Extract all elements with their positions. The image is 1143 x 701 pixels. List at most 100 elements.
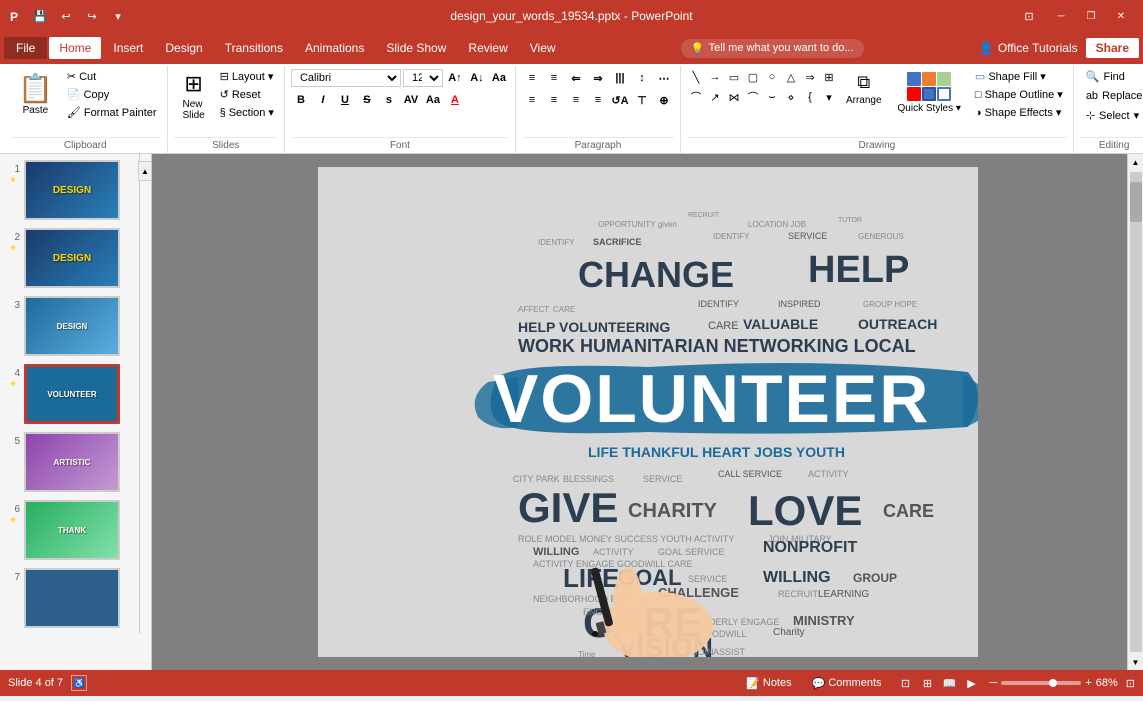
increase-indent-button[interactable]: ⇒ [588, 68, 608, 88]
menu-design[interactable]: Design [155, 37, 212, 59]
shape-fill-button[interactable]: ▭ Shape Fill ▾ [971, 68, 1067, 85]
menu-transitions[interactable]: Transitions [215, 37, 293, 59]
ribbon-display-button[interactable]: ⊡ [1019, 6, 1039, 26]
shape-line[interactable]: ╲ [687, 68, 705, 86]
numbering-button[interactable]: ≡ [544, 68, 564, 88]
shape-expand[interactable]: ▾ [820, 88, 838, 106]
tell-me-box[interactable]: 💡 Tell me what you want to do... [681, 39, 864, 58]
slideshow-button[interactable]: ▶ [962, 673, 982, 693]
smartart-button[interactable]: ⊕ [654, 90, 674, 110]
vertical-scrollbar[interactable]: ▲ ▼ [1127, 154, 1143, 670]
shape-more[interactable]: ⊞ [820, 68, 838, 86]
columns-button[interactable]: ||| [610, 68, 630, 88]
align-left-button[interactable]: ≡ [522, 90, 542, 110]
reading-view-button[interactable]: 📖 [940, 673, 960, 693]
bullets-button[interactable]: ≡ [522, 68, 542, 88]
shadow-button[interactable]: s [379, 90, 399, 110]
shape-effects-button[interactable]: ◑ Shape Effects ▾ [971, 104, 1067, 121]
new-slide-button[interactable]: ⊞ NewSlide [174, 68, 214, 124]
menu-insert[interactable]: Insert [103, 37, 153, 59]
arrange-button[interactable]: ⧉ Arrange [840, 68, 888, 110]
menu-slideshow[interactable]: Slide Show [376, 37, 456, 59]
shape-outline-button[interactable]: □ Shape Outline ▾ [971, 86, 1067, 103]
decrease-indent-button[interactable]: ⇐ [566, 68, 586, 88]
slide-thumb-3[interactable]: 3 ★ DESIGN [4, 294, 135, 358]
zoom-in-button[interactable]: + [1085, 677, 1091, 689]
slide-thumb-1[interactable]: 1 ★ DESIGN [4, 158, 135, 222]
shape-5[interactable]: ⌒ [744, 88, 762, 106]
shape-rounded-rect[interactable]: ▢ [744, 68, 762, 86]
shape-8[interactable]: { [801, 88, 819, 106]
scroll-up-button[interactable]: ▲ [138, 161, 152, 181]
slide-thumb-4[interactable]: 4 ★ VOLUNTEER [4, 362, 135, 426]
line-spacing-button[interactable]: ↕ [632, 68, 652, 88]
comments-button[interactable]: 💬 Comments [806, 675, 888, 692]
menu-review[interactable]: Review [458, 37, 517, 59]
spacing-button[interactable]: AV [401, 90, 421, 110]
decrease-font-button[interactable]: A↓ [467, 68, 487, 88]
minimize-button[interactable]: ─ [1047, 6, 1075, 26]
scroll-thumb[interactable] [1130, 182, 1142, 222]
zoom-out-button[interactable]: ─ [990, 677, 998, 689]
align-text-button[interactable]: ⊤ [632, 90, 652, 110]
convert-button[interactable]: ⋯ [654, 68, 674, 88]
layout-button[interactable]: ⊟ Layout ▾ [216, 68, 278, 85]
bold-button[interactable]: B [291, 90, 311, 110]
strikethrough-button[interactable]: S [357, 90, 377, 110]
select-button[interactable]: ⊹ Select ▾ [1080, 107, 1143, 124]
zoom-slider[interactable] [1001, 681, 1081, 685]
office-tutorials-link[interactable]: 👤 Office Tutorials [979, 41, 1078, 55]
slide-sorter-button[interactable]: ⊞ [918, 673, 938, 693]
scroll-up-arrow[interactable]: ▲ [1129, 154, 1143, 170]
customize-button[interactable]: ▾ [108, 6, 128, 26]
shape-7[interactable]: ⋄ [782, 88, 800, 106]
shape-6[interactable]: ⌣ [763, 88, 781, 106]
quick-styles-button[interactable]: Quick Styles ▾ [890, 68, 969, 118]
undo-button[interactable]: ↩ [56, 6, 76, 26]
shape-oval[interactable]: ○ [763, 68, 781, 86]
menu-file[interactable]: File [4, 37, 47, 59]
underline-button[interactable]: U [335, 90, 355, 110]
shape-arrow[interactable]: → [706, 68, 724, 86]
center-button[interactable]: ≡ [544, 90, 564, 110]
font-color-button[interactable]: A [445, 90, 465, 110]
reset-button[interactable]: ↺ Reset [216, 86, 278, 103]
scroll-down-arrow[interactable]: ▼ [1129, 654, 1143, 670]
restore-button[interactable]: ❐ [1077, 6, 1105, 26]
normal-view-button[interactable]: ⊡ [896, 673, 916, 693]
cut-button[interactable]: ✂ Cut [63, 68, 161, 85]
notes-button[interactable]: 📝 Notes [740, 675, 797, 692]
align-right-button[interactable]: ≡ [566, 90, 586, 110]
shape-right-arrow[interactable]: ⇒ [801, 68, 819, 86]
share-button[interactable]: Share [1086, 38, 1139, 58]
fit-slide-button[interactable]: ⊡ [1126, 677, 1135, 690]
shape-2[interactable]: ⌒ [687, 88, 705, 106]
slide-thumb-2[interactable]: 2 ★ DESIGN [4, 226, 135, 290]
shape-3[interactable]: ↗ [706, 88, 724, 106]
increase-font-button[interactable]: A↑ [445, 68, 465, 88]
redo-button[interactable]: ↪ [82, 6, 102, 26]
italic-button[interactable]: I [313, 90, 333, 110]
menu-home[interactable]: Home [49, 37, 101, 59]
shape-triangle[interactable]: △ [782, 68, 800, 86]
section-button[interactable]: § Section ▾ [216, 104, 278, 121]
shape-rect[interactable]: ▭ [725, 68, 743, 86]
accessibility-button[interactable]: ♿ [71, 675, 87, 691]
font-name-select[interactable]: Calibri [291, 69, 401, 87]
slide-thumb-7[interactable]: 7 ★ [4, 566, 135, 630]
font-size-select[interactable]: 12 [403, 69, 443, 87]
paste-button[interactable]: 📋 Paste [10, 68, 61, 120]
menu-view[interactable]: View [520, 37, 566, 59]
replace-button[interactable]: ab Replace [1080, 88, 1143, 104]
save-button[interactable]: 💾 [30, 6, 50, 26]
close-button[interactable]: ✕ [1107, 6, 1135, 26]
find-button[interactable]: 🔍 Find [1080, 68, 1143, 85]
justify-button[interactable]: ≡ [588, 90, 608, 110]
format-painter-button[interactable]: 🖌 Format Painter [63, 104, 161, 121]
clear-format-button[interactable]: Aa [489, 68, 509, 88]
case-button[interactable]: Aa [423, 90, 443, 110]
shape-4[interactable]: ⋈ [725, 88, 743, 106]
menu-animations[interactable]: Animations [295, 37, 374, 59]
text-direction-button[interactable]: ↺A [610, 90, 630, 110]
slide-thumb-6[interactable]: 6 ★ THANK [4, 498, 135, 562]
